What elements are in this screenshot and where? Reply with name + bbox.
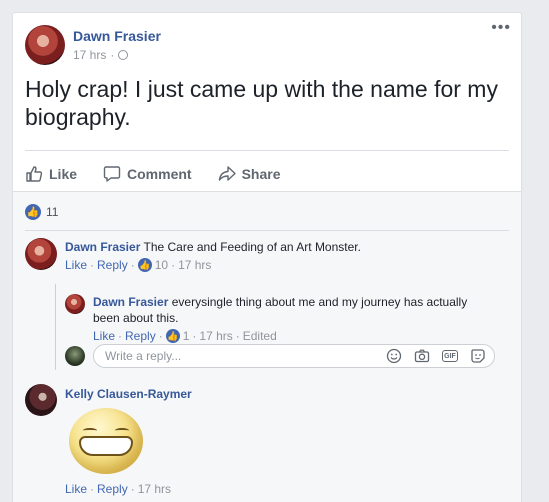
like-label: Like xyxy=(49,166,78,182)
divider xyxy=(25,150,509,151)
reply-time[interactable]: 17 hrs xyxy=(199,329,232,343)
separator: · xyxy=(158,329,163,343)
share-label: Share xyxy=(241,166,281,182)
comment: Kelly Clausen-Raymer Like · Reply · 17 h… xyxy=(25,384,511,502)
reply-input-tools: GIF xyxy=(386,348,486,364)
author-avatar[interactable] xyxy=(25,25,65,65)
comment-label: Comment xyxy=(127,166,192,182)
sticker-icon[interactable] xyxy=(470,348,486,364)
comment-like-link[interactable]: Like xyxy=(65,482,87,496)
comment-body: Dawn Frasier The Care and Feeding of an … xyxy=(65,239,505,255)
more-options-icon[interactable]: ••• xyxy=(491,20,511,36)
comment-time[interactable]: 17 hrs xyxy=(138,482,171,496)
sticker-smile xyxy=(79,436,133,456)
separator: · xyxy=(110,48,115,62)
sticker-image xyxy=(69,408,143,474)
reply-edited[interactable]: Edited xyxy=(243,329,277,343)
post-text: Holy crap! I just came up with the name … xyxy=(25,76,498,130)
like-button[interactable]: Like xyxy=(25,165,77,183)
commenter-avatar[interactable] xyxy=(25,384,57,416)
thumbs-up-icon: 👍 xyxy=(25,204,41,220)
comment-likes[interactable]: 10 xyxy=(155,258,168,272)
comment-like-link[interactable]: Like xyxy=(65,258,87,272)
comment-icon xyxy=(103,166,121,182)
post-card: Dawn Frasier 17 hrs · ••• Holy crap! I j… xyxy=(12,12,522,502)
reply-author[interactable]: Dawn Frasier xyxy=(93,295,168,309)
reply-likes[interactable]: 1 xyxy=(183,329,190,343)
share-icon xyxy=(218,166,236,181)
separator: · xyxy=(235,329,240,343)
comment-reply-link[interactable]: Reply xyxy=(97,482,128,496)
separator: · xyxy=(90,258,95,272)
emoji-icon[interactable] xyxy=(386,348,402,364)
likes-count: 11 xyxy=(46,205,59,219)
comments-section: 👍 11 Dawn Frasier The Care and Feeding o… xyxy=(13,191,521,502)
sticker-eye xyxy=(83,428,97,433)
separator: · xyxy=(130,482,135,496)
post-time[interactable]: 17 hrs xyxy=(73,48,106,62)
reply-body: Dawn Frasier everysingle thing about me … xyxy=(93,294,493,326)
thumbs-up-icon xyxy=(26,166,43,182)
post-meta: 17 hrs · xyxy=(73,48,129,62)
reply-reply-link[interactable]: Reply xyxy=(125,329,156,343)
comment-author[interactable]: Kelly Clausen-Raymer xyxy=(65,387,192,401)
comment-body: Kelly Clausen-Raymer xyxy=(65,386,505,402)
likes-summary[interactable]: 👍 11 xyxy=(25,204,58,220)
reply-comment: Dawn Frasier everysingle thing about me … xyxy=(65,294,515,344)
share-button[interactable]: Share xyxy=(218,165,281,183)
divider xyxy=(25,230,509,231)
comment-meta: Like · Reply · 👍 10 · 17 hrs xyxy=(65,258,211,272)
post-author[interactable]: Dawn Frasier xyxy=(73,28,161,44)
post-header: Dawn Frasier 17 hrs · ••• Holy crap! I j… xyxy=(13,13,521,191)
separator: · xyxy=(192,329,197,343)
comment-time[interactable]: 17 hrs xyxy=(178,258,211,272)
reply-avatar[interactable] xyxy=(65,294,85,314)
globe-icon[interactable] xyxy=(118,50,129,60)
thread-line xyxy=(55,284,56,370)
comment-meta: Like · Reply · 17 hrs xyxy=(65,482,171,496)
separator: · xyxy=(90,482,95,496)
reply-input[interactable]: Write a reply... GIF xyxy=(93,344,495,368)
sticker-eye xyxy=(115,428,129,433)
comment: Dawn Frasier The Care and Feeding of an … xyxy=(25,238,511,278)
thumbs-up-icon: 👍 xyxy=(165,329,180,343)
current-user-avatar xyxy=(65,346,85,366)
post-actions: Like Comment Share xyxy=(25,159,281,189)
comment-button[interactable]: Comment xyxy=(103,165,192,183)
separator: · xyxy=(118,329,123,343)
thumbs-up-icon: 👍 xyxy=(137,258,152,272)
camera-icon[interactable] xyxy=(414,348,430,364)
comment-author[interactable]: Dawn Frasier xyxy=(65,240,140,254)
comment-reply-link[interactable]: Reply xyxy=(97,258,128,272)
separator: · xyxy=(130,258,135,272)
reply-like-link[interactable]: Like xyxy=(93,329,115,343)
comment-text: The Care and Feeding of an Art Monster. xyxy=(143,240,361,254)
reply-meta: Like · Reply · 👍 1 · 17 hrs · Edited xyxy=(93,329,277,343)
reply-placeholder: Write a reply... xyxy=(105,349,182,363)
commenter-avatar[interactable] xyxy=(25,238,57,270)
gif-icon[interactable]: GIF xyxy=(442,350,458,362)
separator: · xyxy=(171,258,176,272)
